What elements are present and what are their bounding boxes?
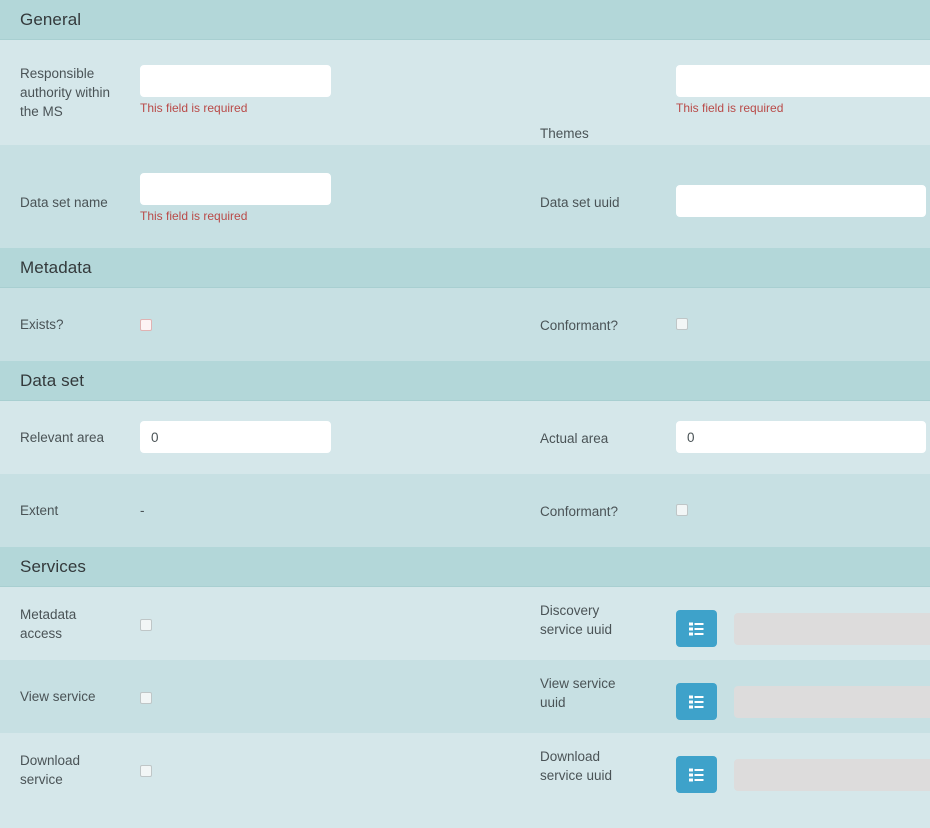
field-label-cell: View service uuid — [535, 660, 675, 733]
label-data-set-uuid: Data set uuid — [540, 195, 620, 210]
field-label-cell: Extent — [0, 474, 140, 547]
label-discovery-service-uuid: Discovery service uuid — [540, 603, 613, 637]
table-row: Responsible authority within the MS This… — [0, 40, 930, 145]
download-service-uuid-input — [734, 758, 930, 791]
field-label-cell: Data set uuid — [535, 145, 675, 248]
view-service-checkbox[interactable] — [140, 692, 152, 704]
view-service-picker-button[interactable] — [676, 683, 717, 720]
field-input-cell — [675, 288, 930, 361]
field-label-cell: Download service — [0, 733, 140, 806]
table-row: Data set name This field is required Dat… — [0, 145, 930, 248]
field-input-cell — [675, 145, 930, 248]
data-set-uuid-input[interactable] — [676, 185, 926, 217]
field-input-cell — [140, 288, 535, 361]
label-metadata-exists: Exists? — [20, 317, 64, 332]
field-value-cell: - — [140, 474, 535, 547]
label-actual-area: Actual area — [540, 431, 609, 446]
field-input-cell — [675, 733, 930, 806]
actual-area-input[interactable] — [676, 421, 926, 453]
themes-input[interactable] — [676, 65, 930, 97]
label-data-set-name: Data set name — [20, 195, 108, 210]
field-input-cell — [675, 660, 930, 733]
label-relevant-area: Relevant area — [20, 430, 105, 445]
label-responsible-authority: Responsible authority within the MS — [20, 66, 111, 119]
field-label-cell: Download service uuid — [535, 733, 675, 806]
list-icon — [689, 768, 704, 782]
label-metadata-access: Metadata access — [20, 606, 77, 641]
field-label-cell: Responsible authority within the MS — [0, 40, 140, 145]
download-service-picker-button[interactable] — [676, 756, 717, 793]
data-set-name-input[interactable] — [140, 173, 331, 205]
table-row: Download service Download service uuid — [0, 733, 930, 806]
field-input-cell — [675, 401, 930, 474]
field-label-cell: View service — [0, 660, 140, 733]
section-header-metadata: Metadata — [0, 248, 930, 288]
field-input-cell — [675, 474, 930, 547]
field-input-cell — [140, 733, 535, 806]
section-header-services: Services — [0, 547, 930, 587]
field-input-cell: This field is required — [140, 40, 535, 145]
section-header-data-set: Data set — [0, 361, 930, 401]
field-input-cell: This field is required — [140, 145, 535, 248]
field-label-cell: Conformant? — [535, 474, 675, 547]
field-input-cell: This field is required — [675, 40, 930, 145]
responsible-authority-error: This field is required — [140, 101, 248, 115]
label-extent: Extent — [20, 503, 59, 518]
label-data-set-conformant: Conformant? — [540, 504, 619, 519]
table-row: Metadata access Discovery service uuid — [0, 587, 930, 660]
list-icon — [689, 622, 704, 636]
extent-value: - — [140, 503, 145, 518]
field-label-cell: Relevant area — [0, 401, 140, 474]
field-label-cell: Conformant? — [535, 288, 675, 361]
data-set-conformant-checkbox[interactable] — [676, 504, 688, 516]
field-input-cell — [675, 587, 930, 660]
field-label-cell: Data set name — [0, 145, 140, 248]
list-icon — [689, 695, 704, 709]
responsible-authority-input[interactable] — [140, 65, 331, 97]
discovery-service-picker-button[interactable] — [676, 610, 717, 647]
field-input-cell — [140, 401, 535, 474]
field-label-cell: Themes — [535, 40, 675, 145]
inspire-monitoring-form: General Responsible authority within the… — [0, 0, 930, 806]
label-view-service-uuid: View service uuid — [540, 676, 616, 710]
view-service-uuid-input — [734, 685, 930, 718]
metadata-conformant-checkbox[interactable] — [676, 318, 688, 330]
metadata-exists-checkbox[interactable] — [140, 319, 152, 331]
themes-error: This field is required — [676, 101, 784, 115]
field-label-cell: Actual area — [535, 401, 675, 474]
discovery-service-uuid-input — [734, 612, 930, 645]
download-service-checkbox[interactable] — [140, 765, 152, 777]
table-row: Extent - Conformant? — [0, 474, 930, 547]
data-set-name-error: This field is required — [140, 209, 248, 223]
label-view-service: View service — [20, 689, 96, 704]
field-input-cell — [140, 660, 535, 733]
table-row: Relevant area Actual area — [0, 401, 930, 474]
table-row: View service View service uuid — [0, 660, 930, 733]
field-input-cell — [140, 587, 535, 660]
section-title: Metadata — [20, 257, 92, 277]
label-download-service-uuid: Download service uuid — [540, 749, 613, 783]
field-label-cell: Metadata access — [0, 587, 140, 660]
label-themes: Themes — [540, 126, 589, 141]
label-metadata-conformant: Conformant? — [540, 318, 619, 333]
label-download-service: Download service — [20, 752, 81, 787]
field-label-cell: Discovery service uuid — [535, 587, 675, 660]
section-title: Data set — [20, 370, 85, 390]
metadata-access-checkbox[interactable] — [140, 619, 152, 631]
section-title: Services — [20, 556, 86, 576]
relevant-area-input[interactable] — [140, 421, 331, 453]
section-header-general: General — [0, 0, 930, 40]
section-title: General — [20, 9, 82, 29]
field-label-cell: Exists? — [0, 288, 140, 361]
table-row: Exists? Conformant? — [0, 288, 930, 361]
